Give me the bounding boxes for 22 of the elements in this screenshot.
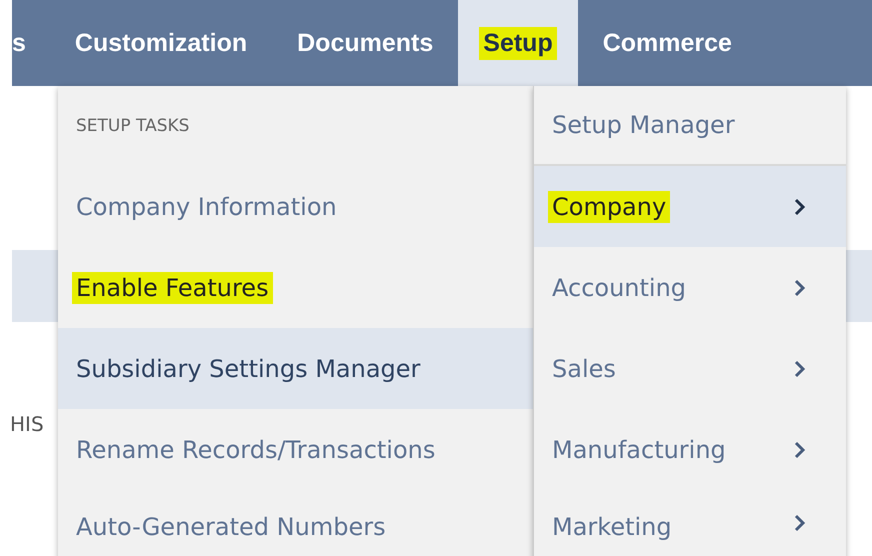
chevron-right-icon bbox=[794, 360, 806, 378]
menu-item[interactable]: Manufacturing bbox=[534, 409, 846, 490]
chevron-right-icon bbox=[794, 514, 806, 532]
chevron-right-icon bbox=[794, 440, 806, 458]
nav-tab[interactable]: Documents bbox=[272, 0, 458, 86]
menu-item[interactable]: Rename Records/Transactions bbox=[58, 409, 533, 490]
menu-heading: SETUP TASKS bbox=[76, 116, 190, 136]
menu-item[interactable]: Subsidiary Settings Manager bbox=[58, 328, 533, 409]
menu-item[interactable]: Marketing bbox=[534, 490, 846, 556]
nav-tab[interactable]: Setup bbox=[458, 0, 578, 86]
menu-item[interactable]: Enable Features bbox=[58, 247, 533, 328]
menu-item[interactable]: Company bbox=[534, 166, 846, 247]
nav-tab[interactable]: Customization bbox=[50, 0, 272, 86]
menu-item[interactable]: Accounting bbox=[534, 247, 846, 328]
menu-item[interactable]: Auto-Generated Numbers bbox=[58, 490, 533, 556]
page-text: HIS bbox=[10, 412, 44, 436]
nav-tab[interactable]: s bbox=[12, 0, 50, 86]
chevron-right-icon bbox=[794, 278, 806, 296]
nav-tab[interactable]: Commerce bbox=[578, 0, 757, 86]
chevron-right-icon bbox=[794, 198, 806, 216]
menu-item[interactable]: Company Information bbox=[58, 166, 533, 247]
menu-item[interactable]: Sales bbox=[534, 328, 846, 409]
